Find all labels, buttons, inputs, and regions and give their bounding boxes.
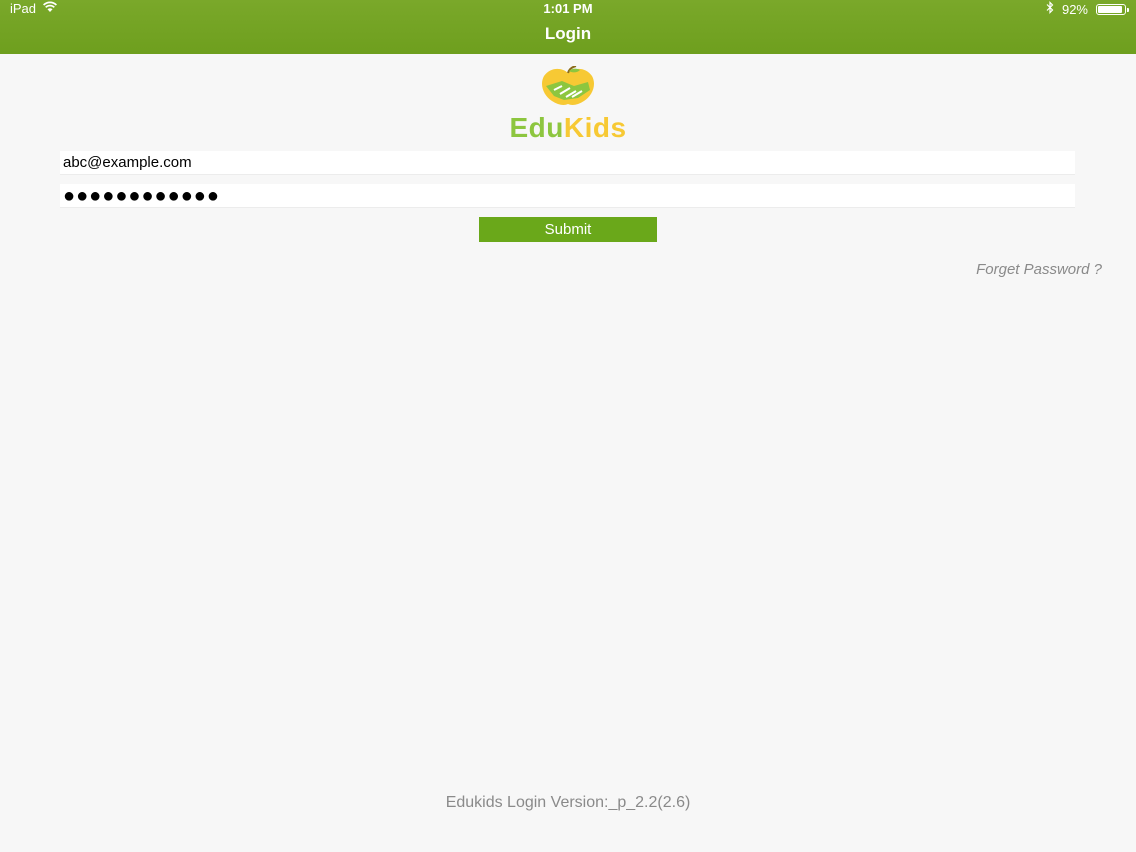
- battery-percent: 92%: [1061, 1, 1088, 17]
- bluetooth-icon: [1046, 1, 1054, 17]
- page-title: Login: [544, 24, 592, 43]
- logo-text-edu: Edu: [509, 112, 564, 143]
- edukids-logo: EduKids: [468, 65, 668, 144]
- status-bar: iPad 1:01 PM 92%: [0, 0, 1136, 18]
- forgot-password-link[interactable]: Forget Password ?: [976, 261, 1102, 278]
- status-time: 1:01 PM: [543, 1, 593, 16]
- password-field[interactable]: ●●●●●●●●●●●●: [60, 184, 1075, 208]
- battery-icon: [1096, 3, 1129, 15]
- version-text: Edukids Login Version:_p_2.2(2.6): [445, 794, 691, 811]
- email-field[interactable]: abc@example.com: [60, 151, 1075, 175]
- submit-button[interactable]: Submit: [479, 217, 657, 242]
- logo-text-kids: Kids: [563, 112, 627, 143]
- status-bar-right: 92%: [1046, 1, 1129, 17]
- logo-wordmark: EduKids: [468, 112, 668, 144]
- battery-fill: [1098, 5, 1122, 13]
- app-header: iPad 1:01 PM 92% Login: [0, 0, 1136, 54]
- apple-handshake-icon: [540, 65, 596, 113]
